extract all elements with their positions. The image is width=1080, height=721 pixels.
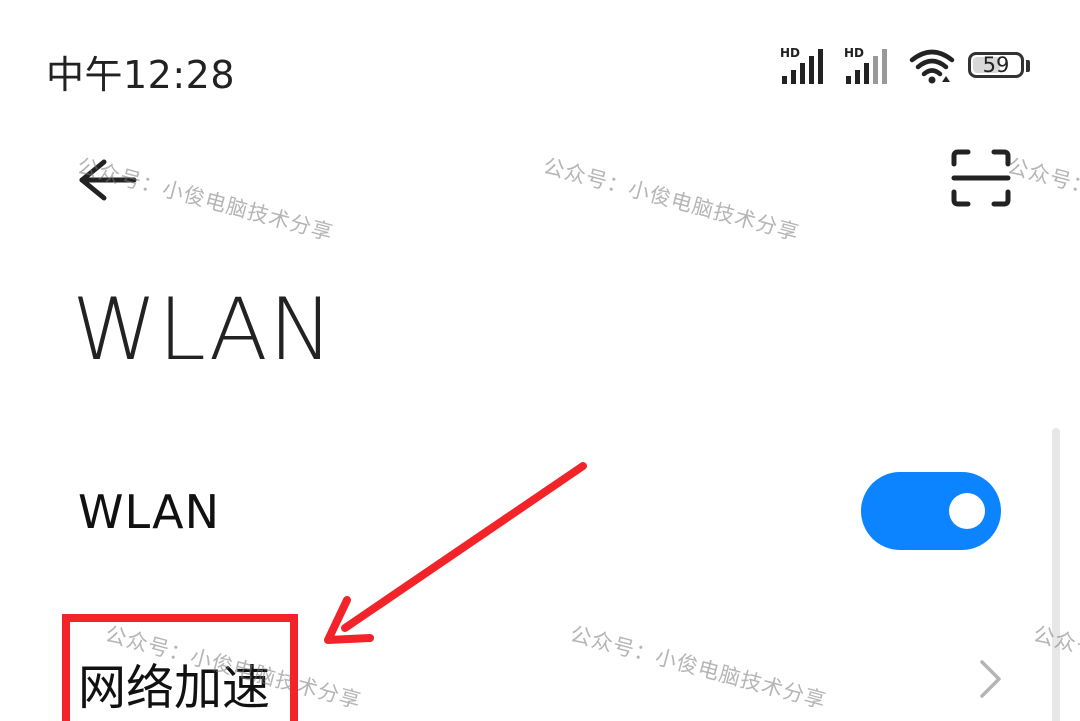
wlan-row[interactable]: WLAN — [0, 455, 1040, 565]
battery-level: 59 — [982, 53, 1010, 77]
wlan-toggle[interactable] — [861, 472, 1001, 550]
scrollbar[interactable] — [1052, 428, 1060, 721]
watermark-text: 公众号：小俊电脑技术分享 — [540, 153, 802, 246]
battery-icon: 59 — [968, 50, 1032, 82]
chevron-right-icon — [980, 660, 1001, 698]
status-icons: HD HD 59 — [780, 46, 1032, 86]
wlan-row-label: WLAN — [78, 485, 221, 539]
wifi-icon — [908, 46, 956, 86]
signal-icon-sim1: HD — [780, 46, 832, 86]
network-acceleration-row[interactable]: 网络加速 — [0, 620, 1040, 721]
scan-icon — [951, 149, 1011, 207]
network-acceleration-label: 网络加速 — [78, 660, 271, 716]
signal-icon-sim2: HD — [844, 46, 896, 86]
back-arrow-icon — [79, 159, 137, 201]
page-title: WLAN — [72, 280, 335, 380]
wlan-settings-screen: 中午12:28 HD HD 59 WLAN WLAN 网络加速 公众号：小俊电脑… — [0, 0, 1080, 721]
scan-button[interactable] — [950, 148, 1012, 208]
watermark-text: 公众号：小俊电脑技术分享 — [1004, 153, 1080, 246]
status-time: 中午12:28 — [46, 53, 236, 97]
toggle-knob — [949, 493, 985, 529]
back-button[interactable] — [70, 150, 140, 210]
